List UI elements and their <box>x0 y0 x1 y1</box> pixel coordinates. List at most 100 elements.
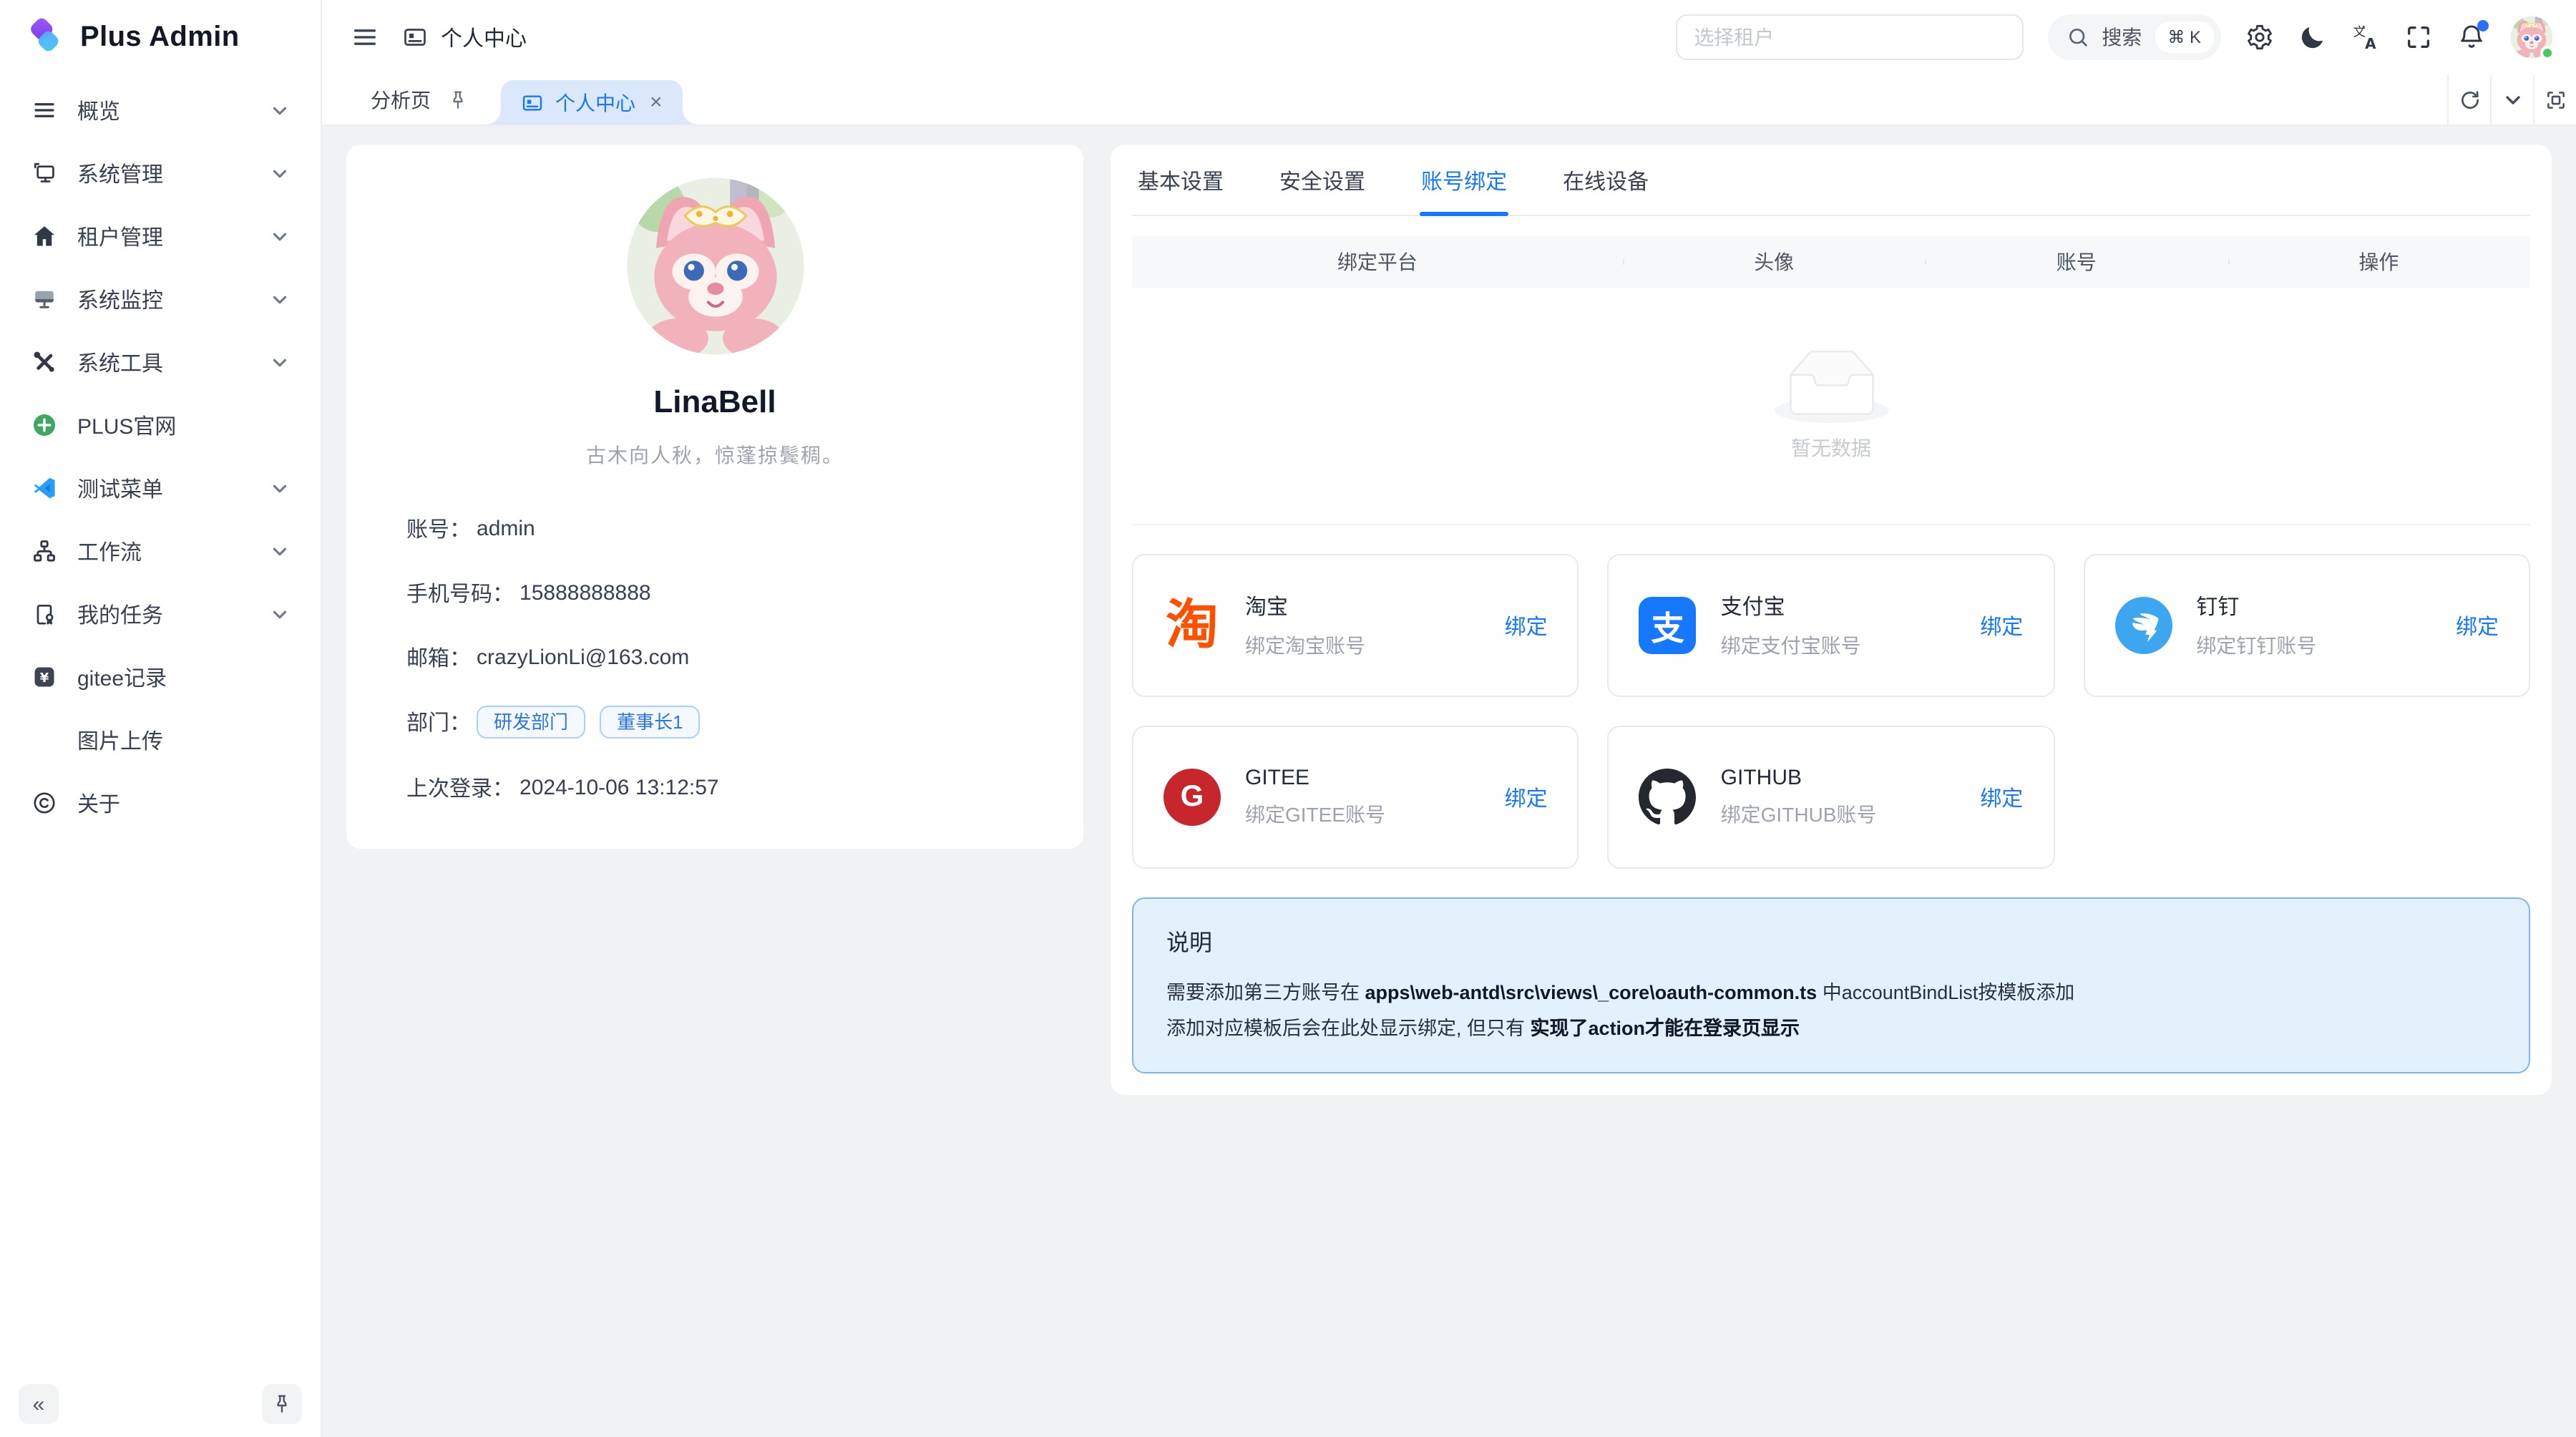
online-status-dot <box>2540 46 2555 60</box>
user-avatar-button[interactable] <box>2510 16 2553 59</box>
plus-circle-icon <box>30 411 59 439</box>
sidebar-item-my-tasks[interactable]: 我的任务 <box>14 587 306 641</box>
sidebar-item-system-management[interactable]: 系统管理 <box>14 146 306 200</box>
bind-link-dingtalk[interactable]: 绑定 <box>2456 610 2499 640</box>
sidebar-item-gitee-record[interactable]: ¥ gitee记录 <box>14 650 306 704</box>
sidebar-pin-button[interactable] <box>262 1384 302 1424</box>
column-header-actions: 操作 <box>2228 248 2530 276</box>
chevron-down-icon <box>2501 88 2524 111</box>
settings-button[interactable] <box>2245 23 2274 52</box>
notifications-button[interactable] <box>2457 23 2486 52</box>
tab-security-settings[interactable]: 安全设置 <box>1278 145 1367 215</box>
breadcrumb[interactable]: 个人中心 <box>402 22 527 52</box>
sidebar-item-label: 系统监控 <box>77 284 250 314</box>
fullscreen-icon <box>2404 23 2433 52</box>
sidebar-item-label: 图片上传 <box>77 725 291 755</box>
sidebar-item-overview[interactable]: 概览 <box>14 83 306 137</box>
app-title: Plus Admin <box>80 21 240 54</box>
sidebar-item-system-monitor[interactable]: 系统监控 <box>14 272 306 326</box>
breadcrumb-label: 个人中心 <box>441 22 527 52</box>
profile-card-icon <box>402 24 428 50</box>
platform-desc: 绑定支付宝账号 <box>1721 631 1861 660</box>
sidebar-item-image-upload[interactable]: 图片上传 <box>14 713 306 767</box>
search-shortcut-badge: ⌘ K <box>2155 21 2214 53</box>
bind-link-gitee[interactable]: 绑定 <box>1505 782 1548 812</box>
tab-label: 分析页 <box>371 85 431 114</box>
field-label: 账号： <box>406 513 471 543</box>
sidebar-item-test-menu[interactable]: 测试菜单 <box>14 461 306 515</box>
tab-basic-settings[interactable]: 基本设置 <box>1136 145 1225 215</box>
tab-online-devices[interactable]: 在线设备 <box>1561 145 1650 215</box>
tab-account-binding[interactable]: 账号绑定 <box>1420 145 1508 215</box>
maximize-icon <box>2544 88 2567 111</box>
tab-personal-center[interactable]: 个人中心 × <box>501 80 683 125</box>
profile-card: LinaBell 古木向人秋，惊蓬掠鬓稠。 账号： admin 手机号码： 15… <box>346 145 1083 849</box>
dept-tag: 董事长1 <box>600 706 700 739</box>
sidebar-item-tenant-management[interactable]: 租户管理 <box>14 209 306 263</box>
sidebar-item-label: PLUS官网 <box>77 410 291 440</box>
sidebar-item-label: 工作流 <box>77 536 250 566</box>
empty-box-icon <box>1774 349 1888 424</box>
sidebar-item-about[interactable]: 关于 <box>14 776 306 830</box>
refresh-icon <box>2458 88 2481 111</box>
dingtalk-icon <box>2114 597 2172 654</box>
field-value: 15888888888 <box>519 580 651 605</box>
moon-icon <box>2298 23 2327 52</box>
profile-account-row: 账号： admin <box>406 512 1023 544</box>
sidebar-item-label: 租户管理 <box>77 221 250 251</box>
no-icon <box>30 726 59 754</box>
column-header-avatar: 头像 <box>1623 248 1926 276</box>
column-header-platform: 绑定平台 <box>1132 248 1623 276</box>
app-logo: Plus Admin <box>0 0 321 74</box>
sidebar-footer: « <box>0 1371 321 1437</box>
theme-toggle-button[interactable] <box>2298 23 2327 52</box>
refresh-button[interactable] <box>2447 74 2490 125</box>
sidebar-item-plus-website[interactable]: PLUS官网 <box>14 398 306 452</box>
chevron-down-icon <box>269 477 291 499</box>
chevron-down-icon <box>269 99 291 121</box>
bind-card-gitee: G GITEE 绑定GITEE账号 绑定 <box>1132 726 1579 869</box>
tabbar-more-button[interactable] <box>2490 74 2533 125</box>
collapse-icon: « <box>33 1392 45 1416</box>
platform-name: 淘宝 <box>1245 591 1365 621</box>
taobao-icon: 淘 <box>1163 597 1221 654</box>
sidebar-item-label: 系统工具 <box>77 347 250 377</box>
empty-text: 暂无数据 <box>1791 434 1871 462</box>
profile-fields: 账号： admin 手机号码： 15888888888 邮箱： crazyLio… <box>406 512 1023 803</box>
profile-dept-row: 部门： 研发部门 董事长1 <box>406 706 1023 739</box>
sidebar-toggle-button[interactable] <box>351 23 379 52</box>
profile-last-login-row: 上次登录： 2024-10-06 13:12:57 <box>406 771 1023 803</box>
bind-link-taobao[interactable]: 绑定 <box>1505 610 1548 640</box>
bind-link-alipay[interactable]: 绑定 <box>1980 610 2023 640</box>
profile-email-row: 邮箱： crazyLionLi@163.com <box>406 641 1023 673</box>
content-maximize-button[interactable] <box>2533 74 2576 125</box>
sidebar-item-workflow[interactable]: 工作流 <box>14 524 306 578</box>
profile-avatar <box>625 176 805 356</box>
fullscreen-button[interactable] <box>2404 23 2433 52</box>
sidebar-item-label: 概览 <box>77 95 250 125</box>
bind-link-github[interactable]: 绑定 <box>1980 782 2023 812</box>
yuan-square-icon: ¥ <box>30 663 59 691</box>
language-button[interactable]: 文A <box>2351 23 2380 52</box>
tab-close-icon[interactable]: × <box>650 92 663 113</box>
panel-tabs: 基本设置 安全设置 账号绑定 在线设备 <box>1132 145 2530 216</box>
sidebar-item-system-tools[interactable]: 系统工具 <box>14 335 306 389</box>
platform-desc: 绑定钉钉账号 <box>2196 631 2316 660</box>
pin-icon <box>447 88 469 111</box>
chevron-down-icon <box>269 351 291 373</box>
sidebar-item-label: 我的任务 <box>77 599 250 629</box>
chevron-down-icon <box>269 288 291 310</box>
tenant-select-input[interactable] <box>1675 14 2023 60</box>
bind-card-alipay: 支 支付宝 绑定支付宝账号 绑定 <box>1608 554 2055 697</box>
brand-logo-icon <box>23 16 66 59</box>
clipboard-icon <box>30 600 59 628</box>
global-search-button[interactable]: 搜索 ⌘ K <box>2047 14 2221 60</box>
svg-text:A: A <box>2365 35 2376 52</box>
tab-analysis-page[interactable]: 分析页 <box>356 74 484 125</box>
translate-icon: 文A <box>2351 23 2380 52</box>
sidebar-collapse-button[interactable]: « <box>19 1384 59 1424</box>
platform-name: 钉钉 <box>2196 591 2316 621</box>
platform-name: 支付宝 <box>1721 591 1861 621</box>
field-value: 2024-10-06 13:12:57 <box>519 775 719 799</box>
field-label: 部门： <box>406 707 471 737</box>
